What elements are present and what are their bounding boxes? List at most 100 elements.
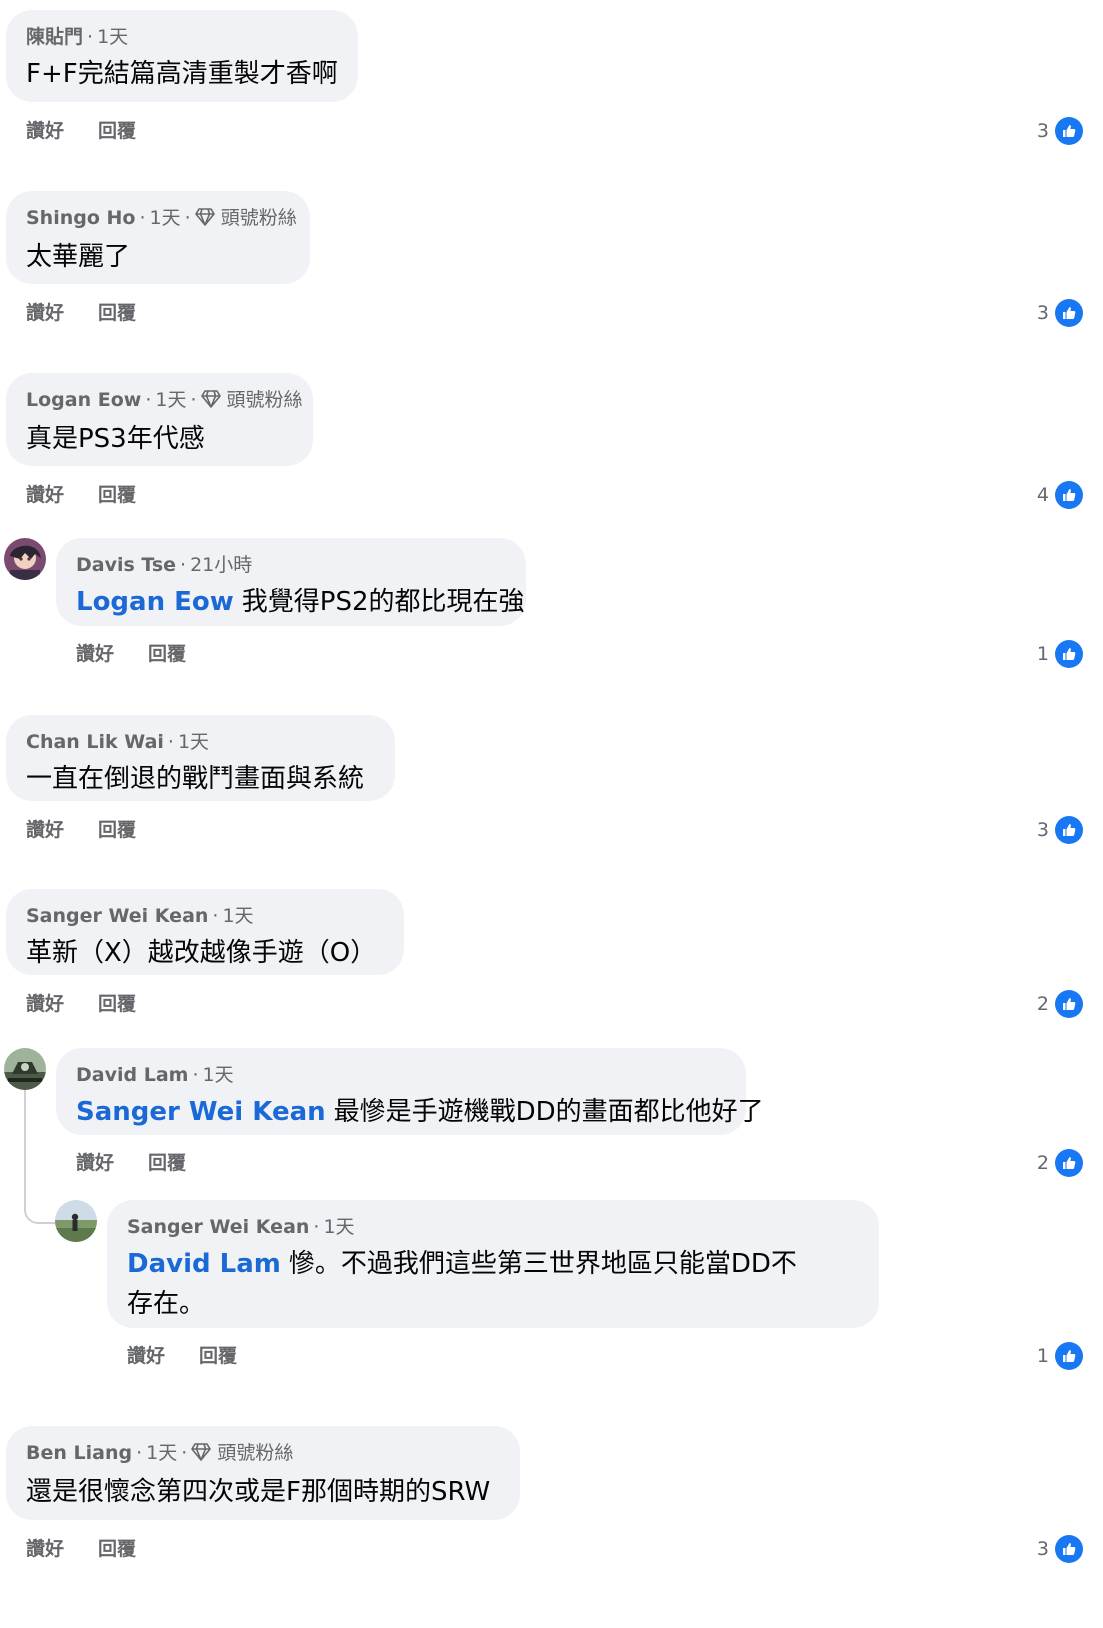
comment-bubble: 陳貼門 · 1天 F+F完結篇高清重製才香啊 (6, 10, 358, 102)
comment-actions: 讚好 回覆 (127, 1343, 271, 1369)
comment-bubble: Logan Eow · 1天 · 頭號粉絲 真是PS3年代感 (6, 373, 313, 466)
meta-separator: · (181, 1442, 188, 1464)
reply-button[interactable]: 回覆 (98, 118, 136, 144)
reaction-count[interactable]: 4 (1037, 481, 1083, 509)
comment-time[interactable]: 21小時 (190, 554, 252, 576)
reply-button[interactable]: 回覆 (148, 641, 186, 667)
like-count: 2 (1036, 993, 1049, 1015)
like-button[interactable]: 讚好 (26, 482, 64, 508)
comment-author[interactable]: Sanger Wei Kean (127, 1216, 309, 1238)
diamond-icon (200, 389, 221, 415)
thumbs-up-icon (1055, 299, 1083, 327)
reply-button[interactable]: 回覆 (98, 1536, 136, 1562)
thumbs-up-icon (1055, 816, 1083, 844)
comment-actions: 讚好 回覆 (26, 1536, 170, 1562)
thumbs-up-icon (1055, 1149, 1083, 1177)
top-fan-badge: 頭號粉絲 (217, 1442, 294, 1464)
thumbs-up-icon (1055, 481, 1083, 509)
comment-text: 真是PS3年代感 (26, 419, 293, 459)
comment-actions: 讚好 回覆 (26, 991, 170, 1017)
comment-time[interactable]: 1天 (178, 731, 209, 753)
reply-button[interactable]: 回覆 (199, 1343, 237, 1369)
comment-time[interactable]: 1天 (97, 26, 128, 48)
comment-author[interactable]: Shingo Ho (26, 207, 135, 229)
mention-link[interactable]: Logan Eow (76, 587, 234, 617)
comment-time[interactable]: 1天 (146, 1442, 177, 1464)
comment-body: 我覺得PS2的都比現在強 (241, 587, 525, 617)
comment-meta: Davis Tse · 21小時 (76, 552, 506, 578)
comment-author[interactable]: 陳貼門 (26, 26, 83, 48)
comment-body: F+F完結篇高清重製才香啊 (26, 59, 338, 89)
comment-text: 還是很懷念第四次或是F那個時期的SRW (26, 1472, 500, 1512)
reply-button[interactable]: 回覆 (98, 817, 136, 843)
reply-button[interactable]: 回覆 (148, 1150, 186, 1176)
diamond-icon (194, 207, 215, 233)
like-button[interactable]: 讚好 (26, 300, 64, 326)
thumbs-up-icon (1055, 990, 1083, 1018)
reaction-count[interactable]: 2 (1037, 1149, 1083, 1177)
reaction-count[interactable]: 1 (1037, 640, 1083, 668)
like-count: 2 (1036, 1152, 1049, 1174)
top-fan-badge: 頭號粉絲 (226, 389, 303, 411)
avatar[interactable] (4, 1048, 46, 1090)
like-button[interactable]: 讚好 (26, 118, 64, 144)
thumbs-up-icon (1055, 117, 1083, 145)
comment-meta: Sanger Wei Kean · 1天 (127, 1214, 859, 1240)
comment-time[interactable]: 1天 (323, 1216, 354, 1238)
comment-meta: Chan Lik Wai · 1天 (26, 729, 375, 755)
like-button[interactable]: 讚好 (26, 991, 64, 1017)
reaction-count[interactable]: 2 (1037, 990, 1083, 1018)
comment-author[interactable]: David Lam (76, 1064, 188, 1086)
comment-time[interactable]: 1天 (150, 207, 181, 229)
avatar[interactable] (4, 538, 46, 580)
comment-text: Logan Eow 我覺得PS2的都比現在強 (76, 582, 525, 622)
comment-author[interactable]: Sanger Wei Kean (26, 905, 208, 927)
like-button[interactable]: 讚好 (26, 817, 64, 843)
comment-body: 真是PS3年代感 (26, 424, 205, 454)
comment-time[interactable]: 1天 (155, 389, 186, 411)
mention-link[interactable]: David Lam (127, 1249, 281, 1279)
comment-bubble: Shingo Ho · 1天 · 頭號粉絲 太華麗了 (6, 191, 310, 284)
comment-text: F+F完結篇高清重製才香啊 (26, 54, 338, 94)
comment-time[interactable]: 1天 (222, 905, 253, 927)
reply-button[interactable]: 回覆 (98, 482, 136, 508)
comment-author[interactable]: Ben Liang (26, 1442, 132, 1464)
comment-text: 太華麗了 (26, 237, 290, 277)
reaction-count[interactable]: 3 (1037, 1535, 1083, 1563)
meta-separator: · (184, 207, 191, 229)
comment-author[interactable]: Logan Eow (26, 389, 141, 411)
like-count: 3 (1036, 819, 1049, 841)
like-button[interactable]: 讚好 (127, 1343, 165, 1369)
comment-author[interactable]: Davis Tse (76, 554, 176, 576)
reaction-count[interactable]: 3 (1037, 816, 1083, 844)
like-count: 1 (1036, 1345, 1049, 1367)
comment-author[interactable]: Chan Lik Wai (26, 731, 164, 753)
like-button[interactable]: 讚好 (76, 641, 114, 667)
comment-bubble: David Lam · 1天 Sanger Wei Kean 最慘是手遊機戰DD的畫面… (56, 1048, 764, 1135)
mention-link[interactable]: Sanger Wei Kean (76, 1097, 326, 1127)
meta-separator: · (313, 1216, 320, 1238)
thumbs-up-icon (1055, 1342, 1083, 1370)
comment-meta: Sanger Wei Kean · 1天 (26, 903, 384, 929)
comment-text: Sanger Wei Kean 最慘是手遊機戰DD的畫面都比他好了 (76, 1092, 764, 1132)
like-button[interactable]: 讚好 (76, 1150, 114, 1176)
comment-meta: Shingo Ho · 1天 · 頭號粉絲 (26, 205, 297, 233)
reaction-count[interactable]: 1 (1037, 1342, 1083, 1370)
comment-actions: 讚好 回覆 (26, 482, 170, 508)
comment-bubble: Chan Lik Wai · 1天 一直在倒退的戰鬥畫面與系統 (6, 715, 395, 801)
meta-separator: · (145, 389, 152, 411)
avatar-anime-character (4, 538, 46, 580)
reply-button[interactable]: 回覆 (98, 300, 136, 326)
comment-meta: Logan Eow · 1天 · 頭號粉絲 (26, 387, 303, 415)
avatar[interactable] (55, 1200, 97, 1242)
like-button[interactable]: 讚好 (26, 1536, 64, 1562)
reaction-count[interactable]: 3 (1037, 299, 1083, 327)
comment-actions: 讚好 回覆 (26, 118, 170, 144)
avatar-landscape-person (55, 1200, 97, 1242)
comment-actions: 讚好 回覆 (76, 641, 220, 667)
comment-time[interactable]: 1天 (202, 1064, 233, 1086)
reaction-count[interactable]: 3 (1037, 117, 1083, 145)
reply-button[interactable]: 回覆 (98, 991, 136, 1017)
avatar-mech (4, 1048, 46, 1090)
comment-body: 太華麗了 (26, 242, 131, 272)
